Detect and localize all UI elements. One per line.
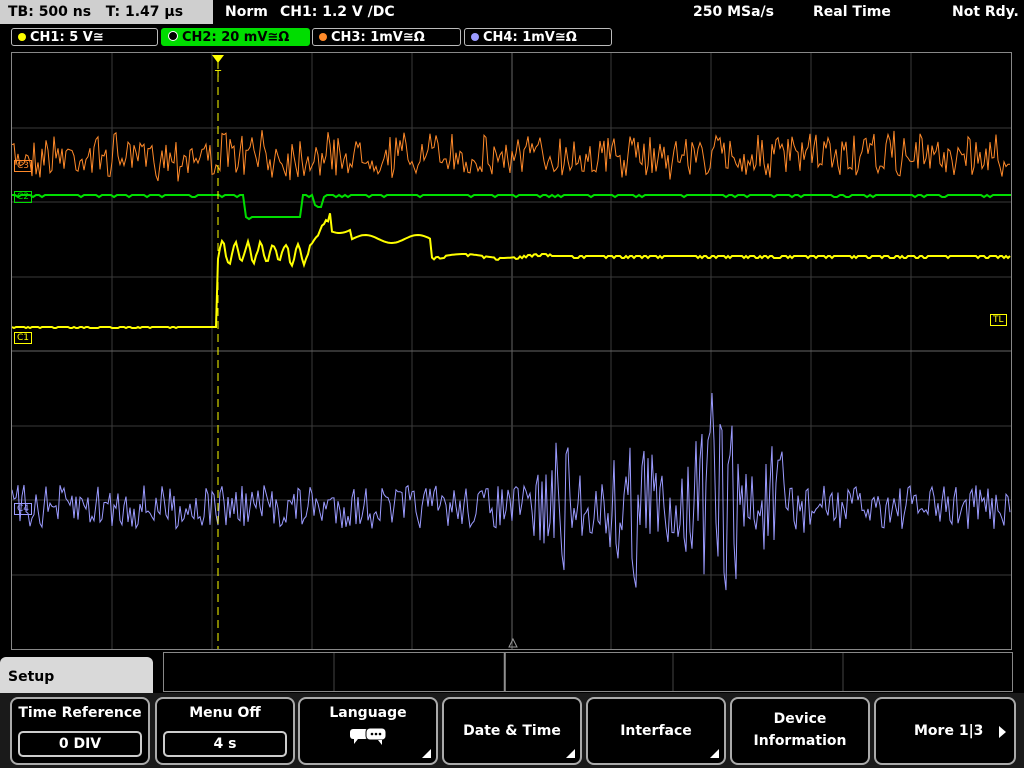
menu-off-button[interactable]: Menu Off 4 s (155, 697, 295, 765)
channel-tab-ch2[interactable]: CH2: 20 mV≅Ω (161, 28, 310, 46)
submenu-arrow-icon (566, 749, 575, 758)
sample-rate: 250 MSa/s (693, 4, 775, 20)
ch4-trace (12, 392, 1011, 591)
submenu-arrow-icon (422, 749, 431, 758)
language-label: Language (329, 705, 407, 721)
interface-button[interactable]: Interface (586, 697, 726, 765)
zoom-overview-grid (333, 653, 844, 691)
device-info-line2: Information (753, 733, 847, 749)
trigger-top-label: T (214, 69, 222, 80)
ch3-ground-marker: C3 (14, 160, 33, 172)
ch1-ground-marker: C1 (14, 332, 33, 344)
ch2-ground-marker: C2 (14, 191, 33, 203)
submenu-arrow-icon (710, 749, 719, 758)
next-page-arrow-icon (999, 726, 1006, 738)
date-time-label: Date & Time (463, 723, 561, 739)
acquisition-state: Not Rdy. (952, 4, 1019, 20)
ch2-color-dot (168, 31, 178, 41)
trigger-setting[interactable]: CH1: 1.2 V ∕DC (280, 0, 395, 24)
time-reference-value: 0 DIV (18, 731, 142, 757)
menu-off-value: 4 s (163, 731, 287, 757)
status-bar: Norm CH1: 1.2 V ∕DC 250 MSa/s Real Time … (215, 0, 1024, 24)
trigger-time-value: T: 1.47 µs (105, 4, 184, 20)
device-information-button[interactable]: Device Information (730, 697, 870, 765)
channel-tab-ch1[interactable]: CH1: 5 V≅ (11, 28, 158, 46)
device-info-line1: Device (773, 711, 827, 727)
waveform-svg: T (12, 53, 1011, 649)
acquisition-mode[interactable]: Real Time (813, 0, 891, 24)
speech-bubbles-icon (350, 727, 387, 745)
trigger-level-marker[interactable]: TL (990, 314, 1007, 326)
menu-off-label: Menu Off (189, 705, 261, 721)
zoom-overview (163, 652, 1013, 692)
ch4-label: CH4: 1mV≅Ω (483, 30, 577, 45)
channel-tab-ch4[interactable]: CH4: 1mV≅Ω (464, 28, 612, 46)
more-label: More 1|3 (914, 723, 984, 739)
date-time-button[interactable]: Date & Time (442, 697, 582, 765)
ch3-label: CH3: 1mV≅Ω (331, 30, 425, 45)
ch3-trace (12, 130, 1010, 182)
ch1-trace (12, 213, 1011, 330)
ch1-color-dot (18, 33, 26, 41)
ch3-color-dot (319, 33, 327, 41)
channel-tab-ch3[interactable]: CH3: 1mV≅Ω (312, 28, 461, 46)
language-button[interactable]: Language (298, 697, 438, 765)
trigger-mode[interactable]: Norm (225, 0, 268, 24)
timebase-value: TB: 500 ns (8, 4, 92, 20)
ch1-label: CH1: 5 V≅ (30, 30, 104, 45)
time-reference-button[interactable]: Time Reference 0 DIV (10, 697, 150, 765)
interface-label: Interface (620, 723, 692, 739)
timebase-panel[interactable]: TB: 500 ns T: 1.47 µs (0, 0, 213, 24)
ch2-label: CH2: 20 mV≅Ω (182, 30, 290, 45)
waveform-display[interactable]: T C3 C2 C1 C4 TL (11, 52, 1012, 650)
time-reference-label: Time Reference (18, 705, 142, 721)
graticule (12, 53, 1011, 649)
more-button[interactable]: More 1|3 (874, 697, 1016, 765)
center-marker (508, 637, 518, 648)
trigger-position-marker (212, 55, 224, 63)
setup-menu-title: Setup (0, 657, 153, 697)
ch4-ground-marker: C4 (14, 503, 33, 515)
ch4-color-dot (471, 33, 479, 41)
